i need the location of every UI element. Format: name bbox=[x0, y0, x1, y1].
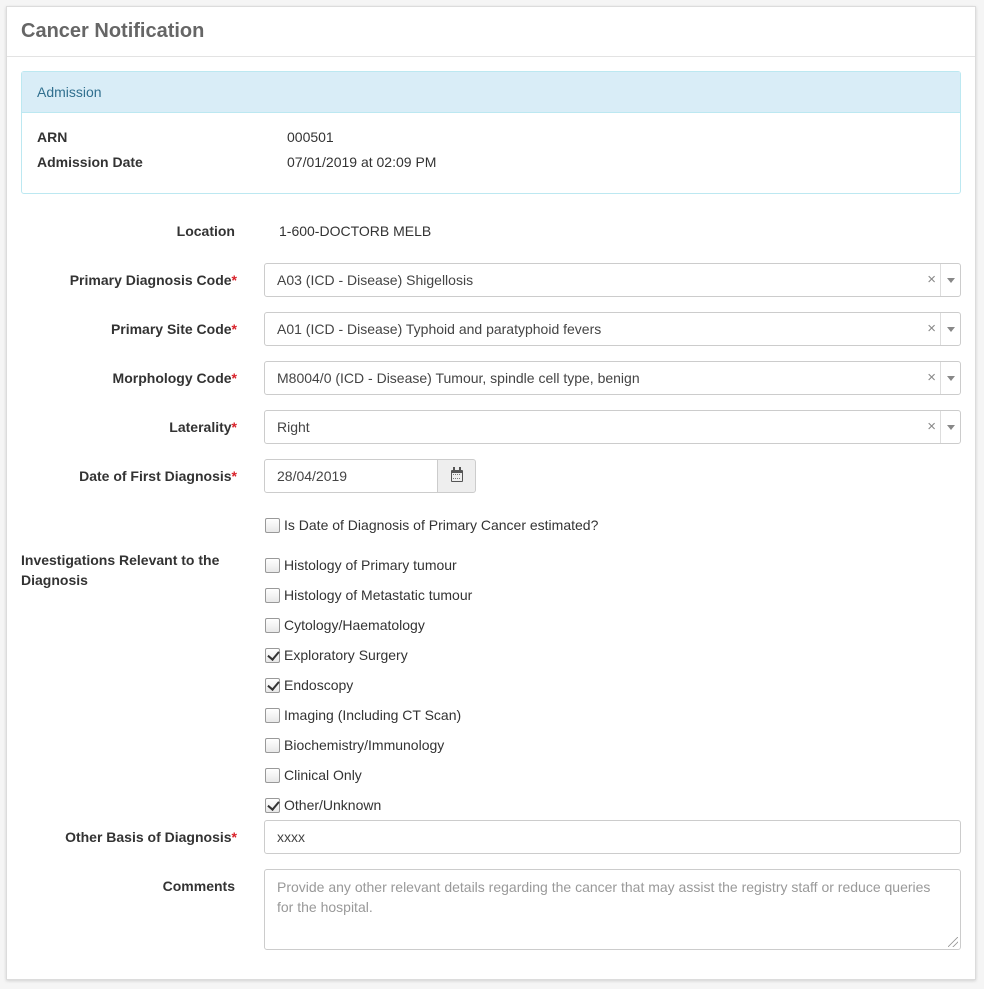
admission-panel: Admission ARN 000501 Admission Date 07/0… bbox=[21, 71, 961, 194]
investigation-label: Clinical Only bbox=[284, 767, 362, 783]
calendar-icon bbox=[451, 467, 463, 482]
clear-icon[interactable]: × bbox=[927, 320, 936, 337]
estimated-label: Is Date of Diagnosis of Primary Cancer e… bbox=[284, 517, 599, 533]
admission-date-value: 07/01/2019 at 02:09 PM bbox=[287, 154, 437, 170]
arn-label: ARN bbox=[37, 129, 68, 145]
chevron-down-icon bbox=[947, 425, 955, 430]
investigation-label: Other/Unknown bbox=[284, 797, 382, 813]
investigation-checkbox[interactable] bbox=[265, 768, 280, 783]
morphology-label: Morphology Code* bbox=[112, 370, 237, 386]
primary-diagnosis-value: A03 (ICD - Disease) Shigellosis bbox=[277, 272, 474, 288]
clear-icon[interactable]: × bbox=[927, 271, 936, 288]
first-diagnosis-date-label: Date of First Diagnosis* bbox=[79, 468, 237, 484]
morphology-value: M8004/0 (ICD - Disease) Tumour, spindle … bbox=[277, 370, 640, 386]
date-picker-button[interactable] bbox=[437, 459, 476, 493]
laterality-label: Laterality* bbox=[169, 419, 237, 435]
dropdown-toggle[interactable] bbox=[940, 411, 960, 443]
comments-placeholder: Provide any other relevant details regar… bbox=[277, 879, 931, 915]
investigation-label: Exploratory Surgery bbox=[284, 647, 408, 663]
investigation-checkbox[interactable] bbox=[265, 678, 280, 693]
primary-site-label: Primary Site Code* bbox=[110, 321, 237, 337]
comments-textarea[interactable]: Provide any other relevant details regar… bbox=[264, 869, 961, 950]
chevron-down-icon bbox=[947, 278, 955, 283]
required-marker: * bbox=[231, 468, 237, 484]
investigation-checkbox[interactable] bbox=[265, 558, 280, 573]
primary-diagnosis-select[interactable]: A03 (ICD - Disease) Shigellosis × bbox=[264, 263, 961, 297]
chevron-down-icon bbox=[947, 376, 955, 381]
location-label: Location bbox=[176, 223, 235, 239]
admission-date-label: Admission Date bbox=[37, 154, 143, 170]
chevron-down-icon bbox=[947, 327, 955, 332]
required-marker: * bbox=[231, 829, 237, 845]
comments-label: Comments bbox=[162, 878, 235, 894]
dropdown-toggle[interactable] bbox=[940, 264, 960, 296]
clear-icon[interactable]: × bbox=[927, 418, 936, 435]
arn-value: 000501 bbox=[287, 129, 334, 145]
required-marker: * bbox=[231, 370, 237, 386]
investigation-label: Biochemistry/Immunology bbox=[284, 737, 445, 753]
morphology-select[interactable]: M8004/0 (ICD - Disease) Tumour, spindle … bbox=[264, 361, 961, 395]
investigation-label: Endoscopy bbox=[284, 677, 354, 693]
page-title: Cancer Notification bbox=[7, 7, 975, 57]
dropdown-toggle[interactable] bbox=[940, 313, 960, 345]
investigation-label: Cytology/Haematology bbox=[284, 617, 425, 633]
other-basis-input[interactable]: xxxx bbox=[264, 820, 961, 854]
investigation-label: Imaging (Including CT Scan) bbox=[284, 707, 462, 723]
investigation-label: Histology of Primary tumour bbox=[284, 557, 457, 573]
laterality-select[interactable]: Right × bbox=[264, 410, 961, 444]
primary-site-select[interactable]: A01 (ICD - Disease) Typhoid and paratyph… bbox=[264, 312, 961, 346]
investigation-checkbox[interactable] bbox=[265, 648, 280, 663]
primary-site-value: A01 (ICD - Disease) Typhoid and paratyph… bbox=[277, 321, 602, 337]
cancer-notification-panel: Cancer Notification Admission ARN 000501… bbox=[6, 6, 976, 980]
admission-heading: Admission bbox=[22, 72, 960, 113]
investigation-checkbox[interactable] bbox=[265, 588, 280, 603]
primary-diagnosis-label: Primary Diagnosis Code* bbox=[69, 272, 237, 288]
required-marker: * bbox=[231, 321, 237, 337]
estimated-checkbox[interactable] bbox=[265, 518, 280, 533]
resize-handle-icon[interactable] bbox=[948, 937, 958, 947]
clear-icon[interactable]: × bbox=[927, 369, 936, 386]
required-marker: * bbox=[231, 419, 237, 435]
first-diagnosis-date-input[interactable]: 28/04/2019 bbox=[264, 459, 439, 493]
other-basis-label: Other Basis of Diagnosis* bbox=[65, 829, 237, 845]
location-value: 1-600-DOCTORB MELB bbox=[279, 223, 432, 239]
investigation-label: Histology of Metastatic tumour bbox=[284, 587, 473, 603]
required-marker: * bbox=[231, 272, 237, 288]
investigation-checkbox[interactable] bbox=[265, 738, 280, 753]
investigation-checkbox[interactable] bbox=[265, 708, 280, 723]
investigations-label: Investigations Relevant to the Diagnosis bbox=[21, 552, 220, 588]
investigation-checkbox[interactable] bbox=[265, 618, 280, 633]
laterality-value: Right bbox=[277, 419, 310, 435]
investigation-checkbox[interactable] bbox=[265, 798, 280, 813]
dropdown-toggle[interactable] bbox=[940, 362, 960, 394]
